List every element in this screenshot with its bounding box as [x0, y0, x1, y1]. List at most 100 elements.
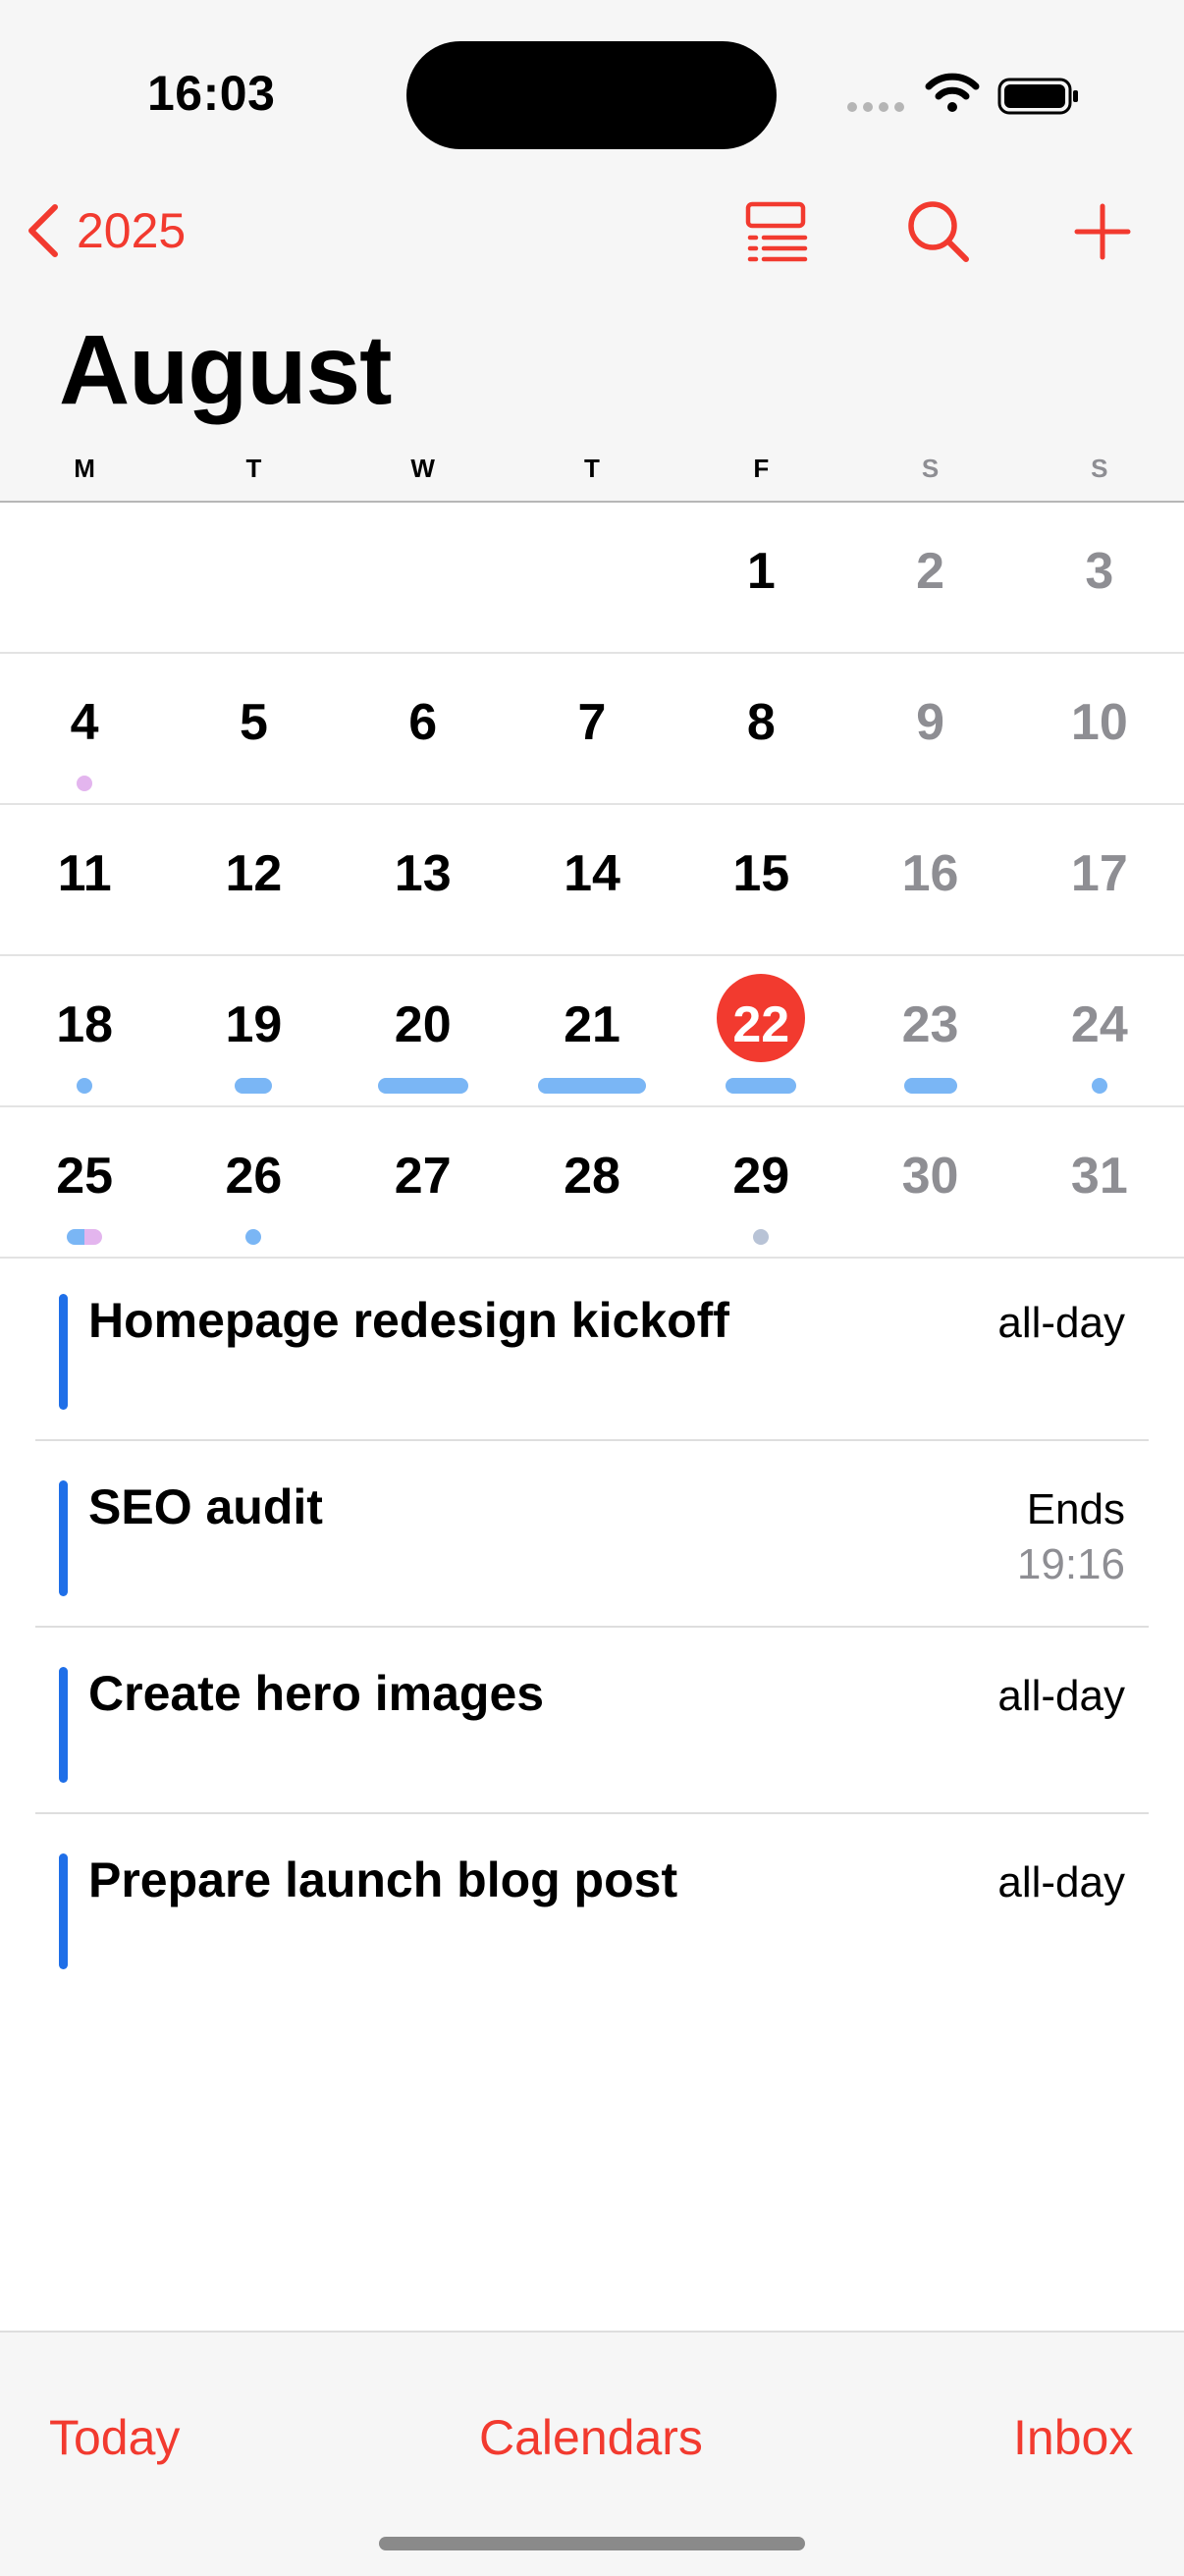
back-to-year-button[interactable]: 2025	[22, 196, 186, 265]
week-row: 11 12 13 14 15 16 17	[0, 805, 1184, 956]
calendar-color-bar	[59, 1853, 68, 1969]
add-event-icon[interactable]	[1067, 196, 1138, 267]
day-number: 7	[577, 694, 607, 751]
day-cell-empty	[508, 503, 676, 652]
chevron-left-icon	[28, 204, 58, 257]
day-number: 8	[746, 694, 776, 751]
day-cell-24[interactable]: 24	[1015, 956, 1184, 1105]
day-number: 25	[56, 1148, 114, 1205]
weekday-label: W	[410, 454, 435, 483]
day-number: 29	[732, 1148, 790, 1205]
calendar-color-bar	[59, 1294, 68, 1410]
day-cell-empty	[339, 503, 508, 652]
day-number: 28	[564, 1148, 620, 1205]
day-number: 24	[1070, 996, 1128, 1053]
event-item[interactable]: Prepare launch blog post all-day	[35, 1814, 1149, 2001]
day-cell-27[interactable]: 27	[339, 1107, 508, 1257]
day-cell-11[interactable]: 11	[0, 805, 169, 954]
day-number: 18	[56, 996, 114, 1053]
event-time-sub: 19:16	[1016, 1540, 1125, 1588]
day-cell-3[interactable]: 3	[1015, 503, 1184, 652]
day-cell-16[interactable]: 16	[845, 805, 1014, 954]
week-row: 4 5 6 7 8 9 10	[0, 654, 1184, 805]
event-item[interactable]: Create hero images all-day	[35, 1628, 1149, 1814]
weekday-label: S	[921, 454, 940, 483]
day-cell-22-today[interactable]: 22	[676, 956, 845, 1105]
day-number: 15	[732, 845, 790, 902]
day-number: 31	[1070, 1148, 1128, 1205]
event-item[interactable]: SEO audit Ends 19:16	[35, 1441, 1149, 1628]
home-indicator	[379, 2537, 805, 2550]
day-number: 2	[916, 543, 945, 600]
event-time: all-day	[997, 1296, 1125, 1351]
day-cell-18[interactable]: 18	[0, 956, 169, 1105]
day-cell-9[interactable]: 9	[845, 654, 1014, 803]
day-cell-26[interactable]: 26	[169, 1107, 338, 1257]
day-number: 16	[901, 845, 959, 902]
day-cell-29[interactable]: 29	[676, 1107, 845, 1257]
calendars-button[interactable]: Calendars	[479, 2409, 703, 2466]
event-title: Prepare launch blog post	[88, 1852, 678, 1907]
day-cell-4[interactable]: 4	[0, 654, 169, 803]
day-number: 14	[564, 845, 620, 902]
day-cell-30[interactable]: 30	[845, 1107, 1014, 1257]
weekday-label: T	[584, 454, 600, 483]
day-cell-13[interactable]: 13	[339, 805, 508, 954]
day-cell-23[interactable]: 23	[845, 956, 1014, 1105]
today-button[interactable]: Today	[49, 2409, 180, 2466]
day-number: 12	[225, 845, 283, 902]
day-number: 27	[394, 1148, 452, 1205]
day-cell-1[interactable]: 1	[676, 503, 845, 652]
day-cell-7[interactable]: 7	[508, 654, 676, 803]
day-cell-28[interactable]: 28	[508, 1107, 676, 1257]
event-bar	[235, 1078, 273, 1094]
event-title: SEO audit	[88, 1479, 323, 1534]
event-dot	[1091, 1078, 1107, 1094]
day-cell-12[interactable]: 12	[169, 805, 338, 954]
day-cell-5[interactable]: 5	[169, 654, 338, 803]
day-cell-10[interactable]: 10	[1015, 654, 1184, 803]
day-number: 4	[70, 694, 99, 751]
day-cell-19[interactable]: 19	[169, 956, 338, 1105]
inbox-button[interactable]: Inbox	[1013, 2409, 1133, 2466]
day-cell-20[interactable]: 20	[339, 956, 508, 1105]
day-number: 5	[239, 694, 268, 751]
event-bar	[377, 1078, 468, 1094]
battery-icon	[997, 78, 1078, 115]
weekday-label: S	[1091, 454, 1108, 483]
month-grid: 1 2 3 4 5 6 7 8 9 10 11 12 13 14 15 16 1…	[0, 503, 1184, 1259]
week-row: 25 26 27 28 29 30 31	[0, 1107, 1184, 1259]
event-title: Homepage redesign kickoff	[88, 1293, 729, 1348]
event-dot	[245, 1229, 262, 1245]
event-title: Create hero images	[88, 1666, 545, 1721]
search-icon[interactable]	[903, 196, 974, 267]
cellular-signal-icon	[847, 102, 904, 112]
event-bar	[67, 1229, 103, 1245]
day-number: 10	[1070, 694, 1128, 751]
event-time-main: all-day	[997, 1858, 1125, 1906]
day-cell-25[interactable]: 25	[0, 1107, 169, 1257]
calendar-color-bar	[59, 1480, 68, 1596]
day-number: 11	[57, 845, 112, 902]
day-cell-8[interactable]: 8	[676, 654, 845, 803]
event-bar	[537, 1078, 646, 1094]
day-cell-14[interactable]: 14	[508, 805, 676, 954]
event-time-main: all-day	[997, 1672, 1125, 1720]
event-time: all-day	[997, 1669, 1125, 1724]
day-cell-17[interactable]: 17	[1015, 805, 1184, 954]
day-number: 23	[901, 996, 959, 1053]
day-cell-6[interactable]: 6	[339, 654, 508, 803]
event-time-main: Ends	[1026, 1485, 1125, 1533]
day-cell-2[interactable]: 2	[845, 503, 1014, 652]
event-time: all-day	[997, 1855, 1125, 1910]
day-cell-empty	[169, 503, 338, 652]
list-view-icon[interactable]	[742, 196, 813, 267]
week-row: 1 2 3	[0, 503, 1184, 654]
weekday-label: T	[245, 454, 262, 483]
day-cell-31[interactable]: 31	[1015, 1107, 1184, 1257]
event-item[interactable]: Homepage redesign kickoff all-day	[35, 1255, 1149, 1441]
day-number: 6	[408, 694, 438, 751]
day-number: 20	[394, 996, 452, 1053]
day-cell-15[interactable]: 15	[676, 805, 845, 954]
day-cell-21[interactable]: 21	[508, 956, 676, 1105]
